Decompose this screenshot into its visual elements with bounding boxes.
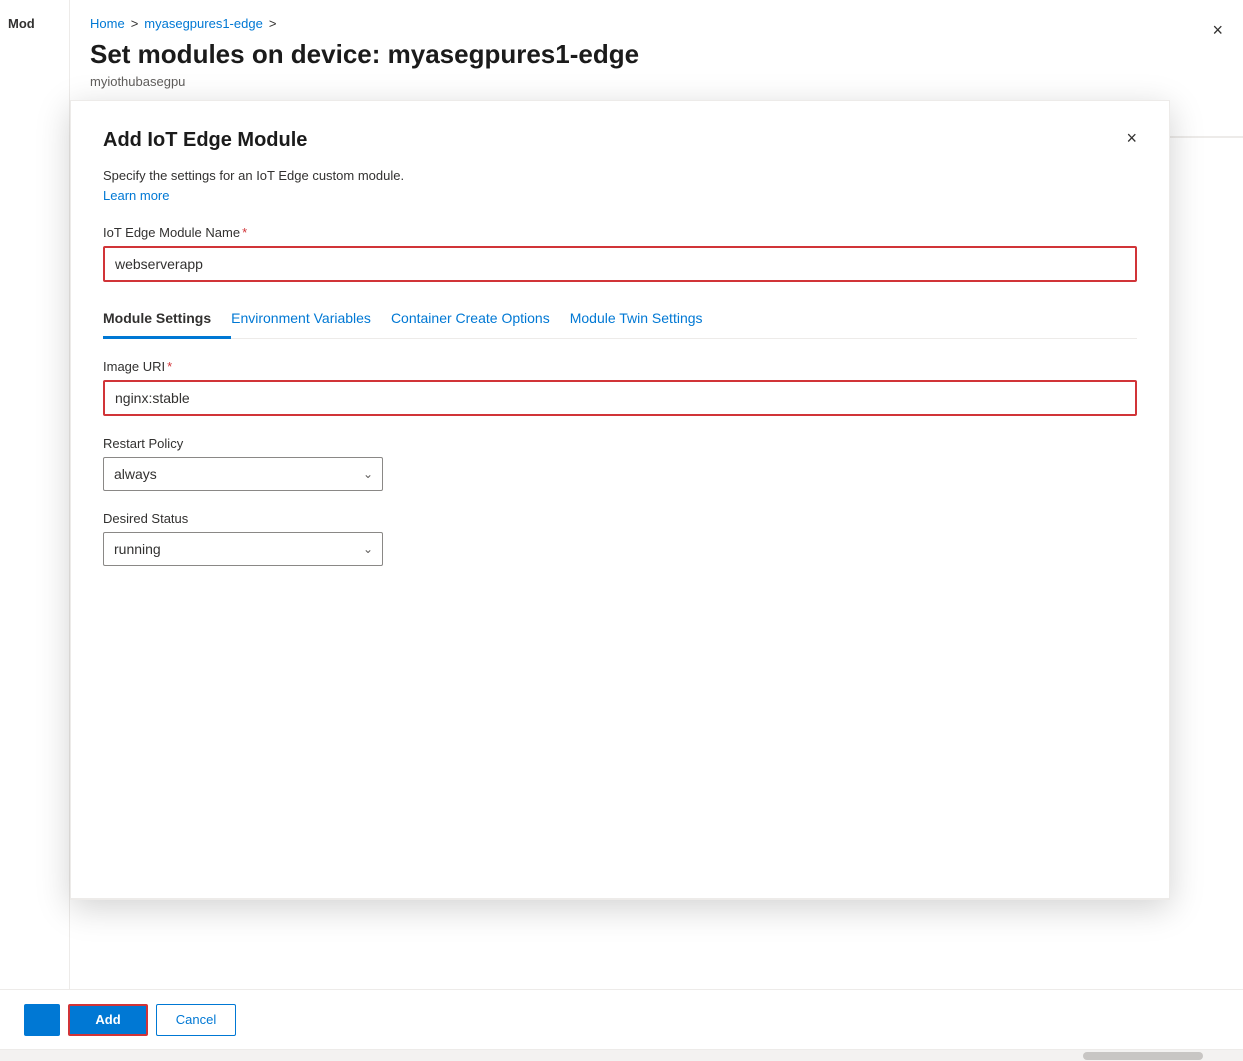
left-tab-mod: Mod [8, 16, 61, 31]
scrollbar-thumb[interactable] [1083, 1052, 1203, 1060]
restart-policy-wrapper: always never on-failure on-unhealthy ⌄ [103, 457, 383, 491]
desired-status-group: Desired Status running stopped ⌄ [103, 511, 1137, 566]
add-iot-module-modal: Add IoT Edge Module × Specify the settin… [70, 100, 1170, 900]
modal-footer-separator [71, 898, 1169, 899]
breadcrumb: Home > myasegpures1-edge > [90, 16, 1219, 31]
module-name-label: IoT Edge Module Name* [103, 225, 1137, 240]
page-subtitle: myiothubasegpu [90, 74, 1219, 89]
modal-title: Add IoT Edge Module [103, 129, 307, 152]
image-uri-label: Image URI* [103, 359, 1137, 374]
learn-more-link[interactable]: Learn more [103, 188, 169, 203]
tab-module-twin-settings[interactable]: Module Twin Settings [570, 302, 723, 339]
horizontal-scrollbar[interactable] [0, 1049, 1243, 1061]
modal-description: Specify the settings for an IoT Edge cus… [103, 168, 1137, 183]
tab-module-settings[interactable]: Module Settings [103, 302, 231, 339]
modal-header: Add IoT Edge Module × [71, 101, 1169, 168]
restart-policy-select[interactable]: always never on-failure on-unhealthy [103, 457, 383, 491]
desired-status-select[interactable]: running stopped [103, 532, 383, 566]
desired-status-label: Desired Status [103, 511, 1137, 526]
breadcrumb-sep2: > [269, 16, 277, 31]
left-panel: Mod [0, 0, 70, 1049]
modal-tabs: Module Settings Environment Variables Co… [103, 302, 1137, 339]
modal-body: Specify the settings for an IoT Edge cus… [71, 168, 1169, 898]
breadcrumb-home[interactable]: Home [90, 16, 125, 31]
breadcrumb-sep1: > [131, 16, 139, 31]
previous-button[interactable] [24, 1004, 60, 1036]
tab-content-module-settings: Image URI* Restart Policy always never o… [103, 339, 1137, 566]
desired-status-wrapper: running stopped ⌄ [103, 532, 383, 566]
add-button[interactable]: Add [68, 1004, 148, 1036]
tab-environment-variables[interactable]: Environment Variables [231, 302, 391, 339]
image-uri-group: Image URI* [103, 359, 1137, 416]
module-name-input[interactable] [103, 246, 1137, 282]
tab-container-create-options[interactable]: Container Create Options [391, 302, 570, 339]
page-close-button[interactable]: × [1212, 20, 1223, 41]
breadcrumb-parent[interactable]: myasegpures1-edge [144, 16, 263, 31]
cancel-button[interactable]: Cancel [156, 1004, 236, 1036]
restart-policy-label: Restart Policy [103, 436, 1137, 451]
restart-policy-group: Restart Policy always never on-failure o… [103, 436, 1137, 491]
modal-close-button[interactable]: × [1126, 129, 1137, 147]
module-name-group: IoT Edge Module Name* [103, 225, 1137, 282]
image-uri-input[interactable] [103, 380, 1137, 416]
page-title: Set modules on device: myasegpures1-edge [90, 39, 1219, 70]
bottom-action-bar: Add Cancel [0, 989, 1243, 1049]
